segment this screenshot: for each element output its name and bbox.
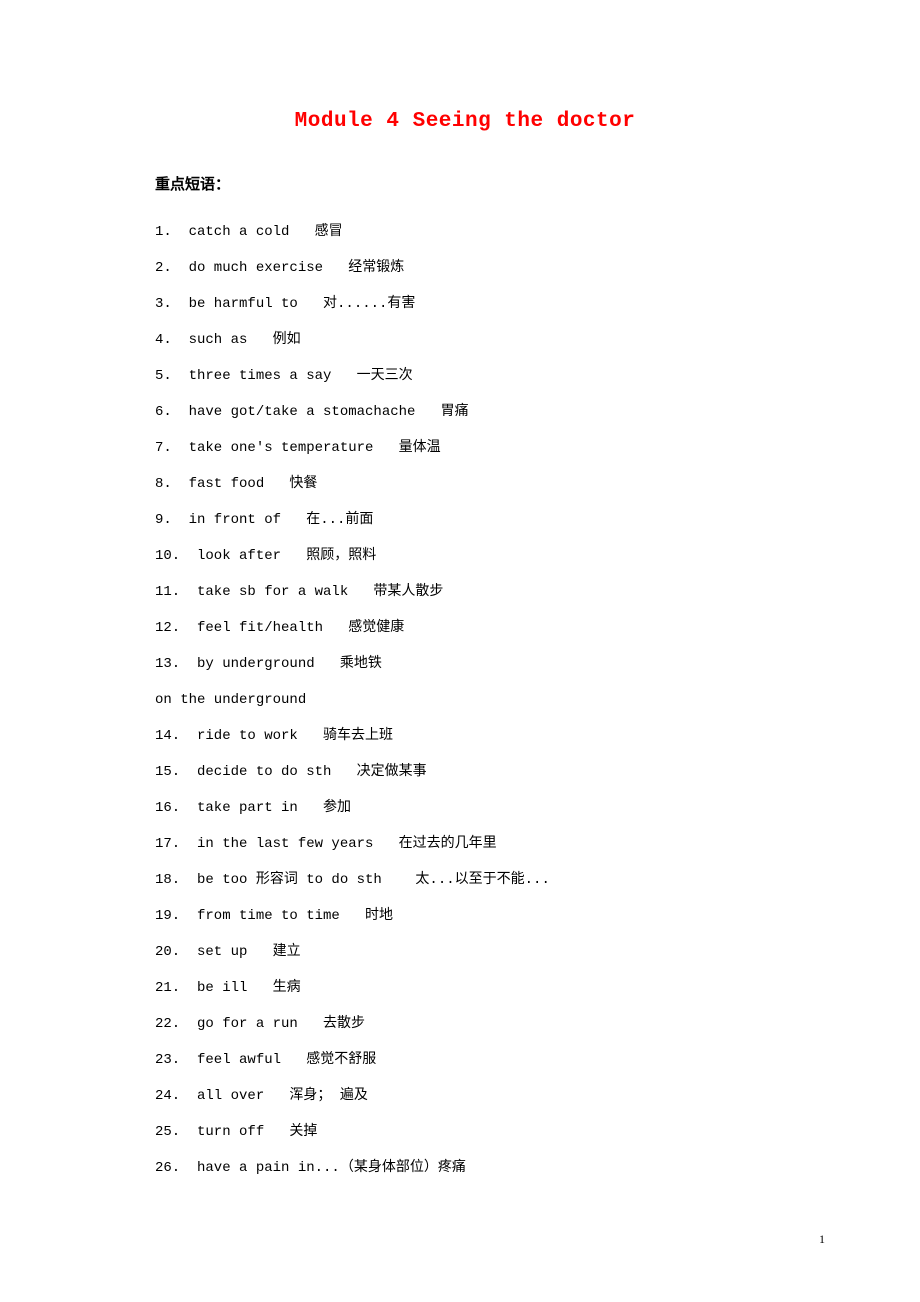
vocabulary-item: 15. decide to do sth 决定做某事: [155, 754, 775, 790]
vocabulary-item: 19. from time to time 时地: [155, 898, 775, 934]
vocabulary-item: 7. take one's temperature 量体温: [155, 430, 775, 466]
vocabulary-item: 26. have a pain in...（某身体部位）疼痛: [155, 1150, 775, 1186]
vocabulary-item: 6. have got/take a stomachache 胃痛: [155, 394, 775, 430]
vocabulary-item: 9. in front of 在...前面: [155, 502, 775, 538]
vocabulary-item: 24. all over 浑身； 遍及: [155, 1078, 775, 1114]
vocabulary-item: 17. in the last few years 在过去的几年里: [155, 826, 775, 862]
vocabulary-item: 25. turn off 关掉: [155, 1114, 775, 1150]
vocabulary-item: 11. take sb for a walk 带某人散步: [155, 574, 775, 610]
vocabulary-item: 3. be harmful to 对......有害: [155, 286, 775, 322]
vocabulary-item: 10. look after 照顾，照料: [155, 538, 775, 574]
vocabulary-item: 21. be ill 生病: [155, 970, 775, 1006]
vocabulary-item: 13. by underground 乘地铁: [155, 646, 775, 682]
document-page: Module 4 Seeing the doctor 重点短语： 1. catc…: [0, 0, 920, 1226]
vocabulary-item: 5. three times a say 一天三次: [155, 358, 775, 394]
vocabulary-item: 4. such as 例如: [155, 322, 775, 358]
section-title: 重点短语：: [155, 173, 775, 194]
vocabulary-item: 12. feel fit/health 感觉健康: [155, 610, 775, 646]
vocabulary-item: 2. do much exercise 经常锻炼: [155, 250, 775, 286]
vocabulary-list: 1. catch a cold 感冒2. do much exercise 经常…: [155, 214, 775, 1186]
vocabulary-subitem: on the underground: [155, 682, 775, 718]
vocabulary-item: 14. ride to work 骑车去上班: [155, 718, 775, 754]
page-number: 1: [819, 1232, 825, 1247]
vocabulary-item: 8. fast food 快餐: [155, 466, 775, 502]
vocabulary-item: 20. set up 建立: [155, 934, 775, 970]
vocabulary-item: 23. feel awful 感觉不舒服: [155, 1042, 775, 1078]
vocabulary-item: 1. catch a cold 感冒: [155, 214, 775, 250]
vocabulary-item: 16. take part in 参加: [155, 790, 775, 826]
vocabulary-item: 18. be too 形容词 to do sth 太...以至于不能...: [155, 862, 775, 898]
vocabulary-item: 22. go for a run 去散步: [155, 1006, 775, 1042]
module-title: Module 4 Seeing the doctor: [155, 110, 775, 133]
